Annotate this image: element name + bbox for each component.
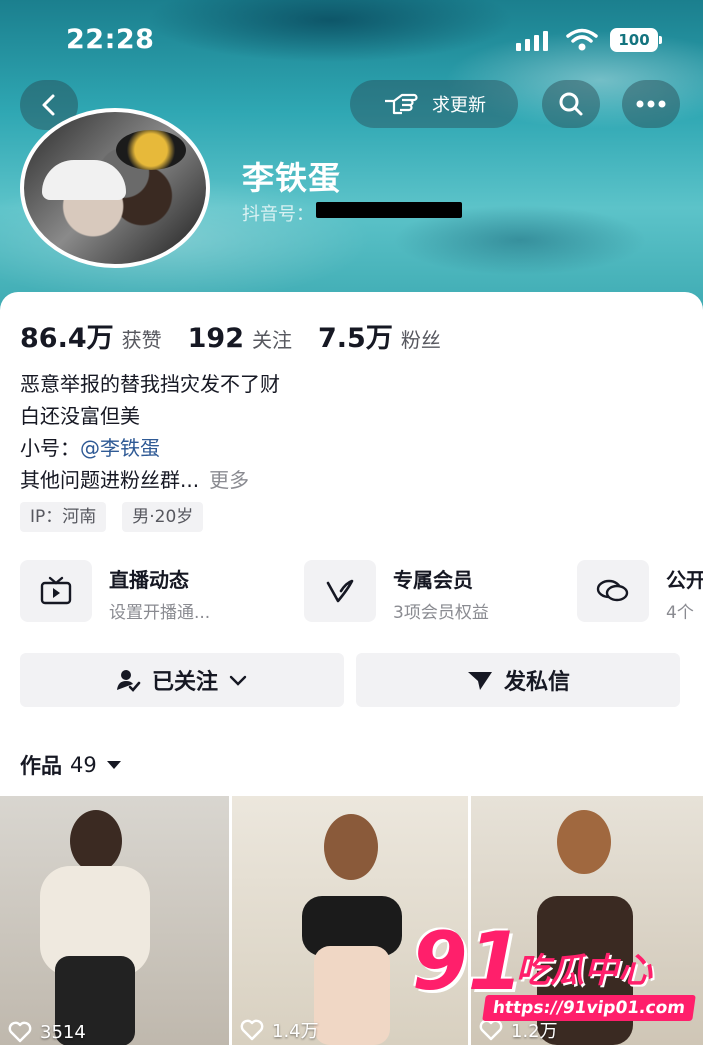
bio-line: 白还没富但美: [20, 404, 140, 428]
request-update-button[interactable]: 求更新: [350, 80, 518, 128]
following-button[interactable]: 已关注: [20, 653, 344, 707]
bio-line: 其他问题进粉丝群...: [20, 468, 200, 492]
feature-subtitle: 设置开播通...: [109, 603, 211, 623]
chevron-down-icon: [229, 675, 247, 686]
redacted-id-bar: [316, 202, 462, 218]
alt-account-label: 小号：: [20, 436, 80, 460]
works-count: 49: [70, 753, 97, 777]
profile-name: 李铁蛋: [242, 159, 342, 197]
video-likes-count: 3514: [40, 1021, 86, 1043]
video-thumbnail[interactable]: 3514: [0, 796, 229, 1045]
feature-title: 公开: [666, 568, 703, 592]
search-button[interactable]: [542, 80, 600, 128]
likes-count[interactable]: 86.4万: [20, 316, 114, 355]
video-likes: 3514: [8, 1021, 86, 1043]
pointing-hand-icon: [385, 93, 418, 115]
feature-title: 专属会员: [393, 568, 473, 592]
bio-more-link[interactable]: 更多: [209, 468, 249, 492]
feature-subtitle: 3项会员权益: [393, 603, 489, 623]
following-label: 已关注: [151, 670, 218, 695]
send-message-button[interactable]: 发私信: [356, 653, 680, 707]
stats-row: 86.4万 获赞 192 关注 7.5万 粉丝: [20, 316, 467, 355]
video-likes-count: 1.4万: [272, 1021, 319, 1042]
caret-down-icon: [106, 761, 121, 769]
feature-title: 直播动态: [109, 568, 189, 592]
watermark-brand: 吃瓜中心: [516, 951, 652, 991]
tv-icon: [40, 576, 72, 605]
gender-age-tag: 男·20岁: [122, 502, 204, 532]
heart-icon: [240, 1019, 264, 1041]
bio: 恶意举报的替我挡灾发不了财 白还没富但美 小号：@李铁蛋 其他问题进粉丝群...…: [20, 368, 280, 496]
request-update-label: 求更新: [432, 95, 486, 116]
douyin-id-label: 抖音号：: [242, 204, 314, 225]
tags-row: IP：河南 男·20岁: [20, 502, 219, 532]
bio-line: 恶意举报的替我挡灾发不了财: [20, 372, 280, 396]
user-check-icon: [116, 670, 141, 692]
works-label: 作品: [20, 754, 62, 778]
cellular-signal-icon: [516, 31, 556, 51]
heart-icon: [8, 1021, 32, 1043]
profile-screen: 22:28 100 求更新 李铁蛋 抖音号： 86.4万获赞 192关注 7: [0, 0, 703, 1045]
feature-row: 直播动态 设置开播通... 专属会员 3项会员权益 公开 4个: [20, 560, 703, 624]
wifi-icon: [566, 28, 598, 51]
chevron-left-icon: [42, 94, 55, 116]
watermark-url: https://91vip01.com: [482, 995, 696, 1021]
feature-subtitle: 4个: [666, 603, 694, 623]
v-badge-icon: [326, 579, 354, 603]
followers-count[interactable]: 7.5万: [318, 316, 393, 355]
ip-location-tag: IP：河南: [20, 502, 107, 532]
send-icon: [467, 672, 492, 690]
chat-bubbles-icon: [596, 579, 629, 602]
search-icon: [559, 92, 583, 116]
avatar[interactable]: [20, 108, 210, 268]
site-watermark: 91 吃瓜中心 https://91vip01.com: [406, 915, 698, 1025]
battery-indicator: 100: [610, 28, 662, 52]
works-tab[interactable]: 作品 49: [20, 750, 121, 780]
action-buttons: 已关注 发私信: [20, 653, 680, 707]
likes-label: 获赞: [121, 328, 162, 352]
following-label: 关注: [252, 328, 292, 352]
followers-label: 粉丝: [400, 328, 441, 352]
status-time: 22:28: [66, 24, 155, 55]
video-likes: 1.4万: [240, 1017, 319, 1043]
alt-account-link[interactable]: @李铁蛋: [80, 436, 160, 460]
more-dots-icon: [636, 100, 666, 108]
following-count[interactable]: 192: [188, 323, 244, 354]
send-message-label: 发私信: [503, 670, 570, 695]
status-bar: 22:28 100: [0, 0, 703, 80]
more-options-button[interactable]: [622, 80, 680, 128]
